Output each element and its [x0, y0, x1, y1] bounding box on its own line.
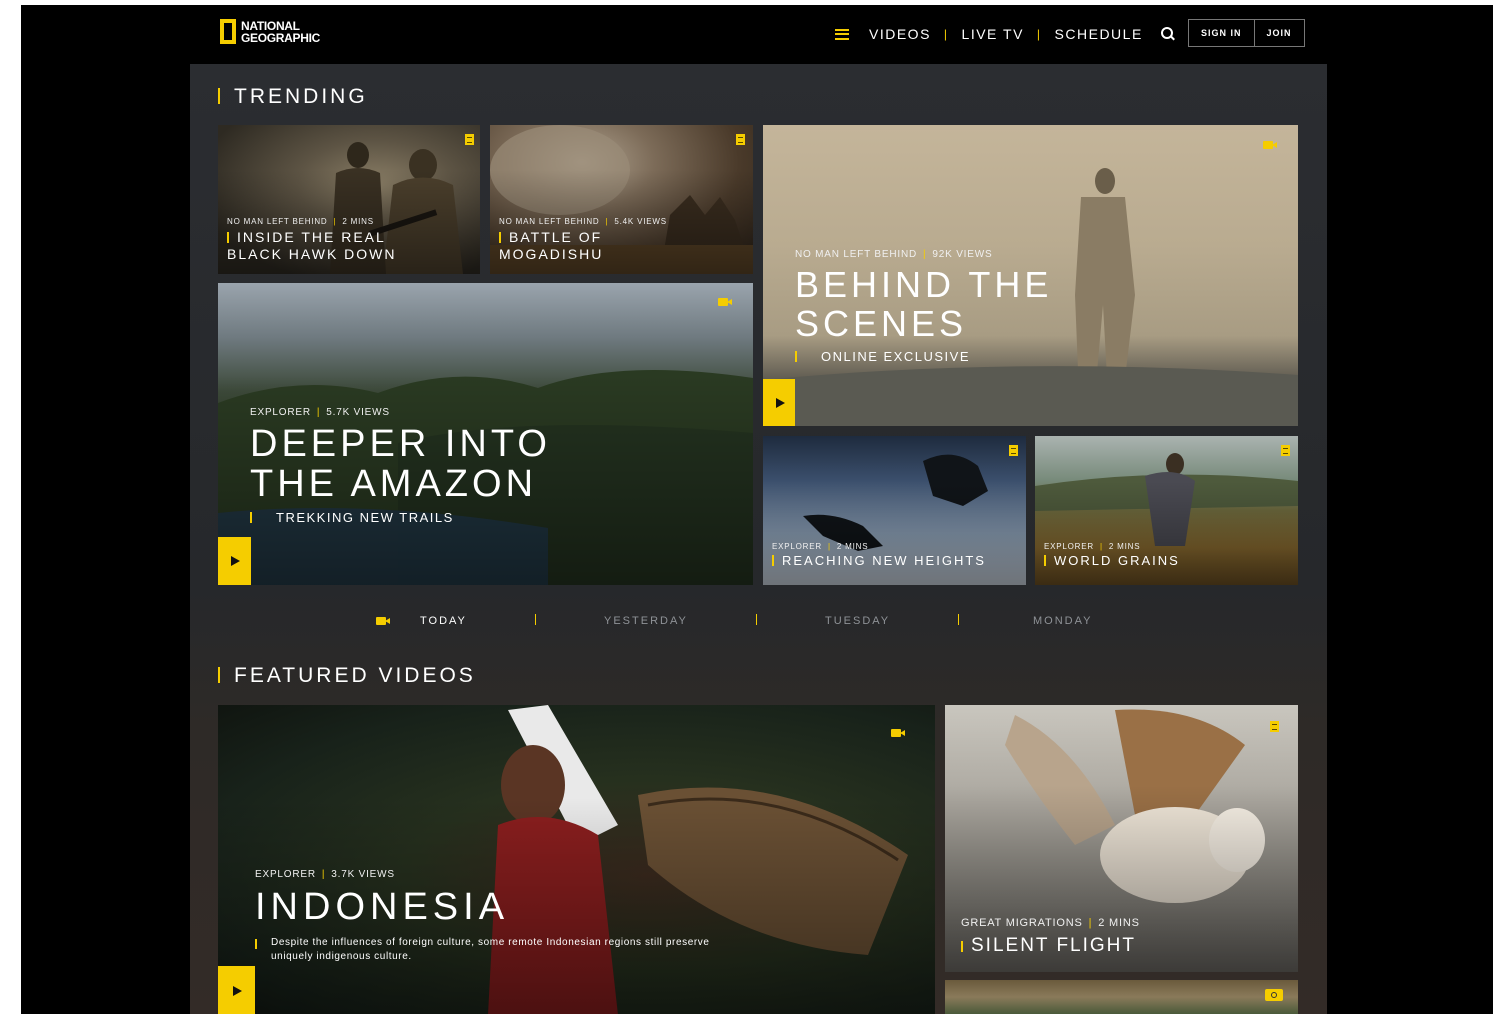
sign-in-button[interactable]: SIGN IN [1189, 20, 1254, 46]
tab-yesterday[interactable]: YESTERDAY [604, 615, 688, 627]
card-meta: EXPLORER | 5.7K VIEWS [250, 407, 390, 418]
trending-card[interactable]: EXPLORER | 2 MINS REACHING NEW HEIGHTS [763, 436, 1026, 585]
card-meta: EXPLORER | 3.7K VIEWS [255, 869, 395, 880]
card-meta: EXPLORER | 2 MINS [1044, 542, 1141, 551]
trending-card[interactable]: EXPLORER | 5.7K VIEWS DEEPER INTO THE AMAZ… [218, 283, 753, 585]
article-icon [465, 134, 474, 145]
nav-schedule[interactable]: SCHEDULE [1055, 26, 1143, 42]
featured-card[interactable]: GREAT MIGRATIONS | 2 MINS SILENT FLIGHT [945, 705, 1298, 972]
auth-buttons: SIGN IN JOIN [1188, 19, 1305, 47]
featured-card[interactable] [945, 980, 1298, 1014]
nav-videos[interactable]: VIDEOS [869, 26, 931, 42]
search-icon[interactable] [1160, 27, 1175, 41]
logo-line-1: NATIONAL [241, 18, 300, 33]
card-subtitle: TREKKING NEW TRAILS [250, 510, 551, 525]
card-meta: NO MAN LEFT BEHIND | 5.4K VIEWS [499, 217, 667, 226]
camera-icon [1265, 989, 1283, 1001]
card-meta: GREAT MIGRATIONS | 2 MINS [961, 917, 1140, 929]
trending-heading: TRENDING [218, 85, 368, 109]
day-tabs: TODAY YESTERDAY TUESDAY MONDAY [190, 608, 1327, 636]
article-icon [736, 134, 745, 145]
card-title: BEHIND THE SCENES [795, 264, 1053, 344]
tab-separator [535, 614, 536, 625]
tab-today[interactable]: TODAY [420, 615, 467, 627]
main-nav: VIDEOS | LIVE TV | SCHEDULE [835, 23, 1175, 45]
trending-card[interactable]: NO MAN LEFT BEHIND | 92K VIEWS BEHIND THE … [763, 125, 1298, 426]
featured-heading: FEATURED VIDEOS [218, 664, 476, 688]
content-panel: TRENDING NO MAN LEFT BEHIND | 2 MINS INSID… [190, 64, 1327, 1014]
logo-text: NATIONAL GEOGRAPHIC [241, 20, 320, 44]
tab-monday[interactable]: MONDAY [1033, 615, 1092, 627]
card-meta: NO MAN LEFT BEHIND | 2 MINS [227, 217, 374, 226]
trending-card[interactable]: NO MAN LEFT BEHIND | 2 MINS INSIDE THE REA… [218, 125, 480, 274]
card-description: Despite the influences of foreign cultur… [271, 937, 710, 962]
card-title: WORLD GRAINS [1044, 553, 1180, 568]
nav-separator: | [1036, 27, 1042, 41]
menu-icon[interactable] [835, 28, 849, 40]
page-frame: NATIONAL GEOGRAPHIC VIDEOS | LIVE TV | S… [21, 5, 1493, 1014]
tab-tuesday[interactable]: TUESDAY [825, 615, 890, 627]
card-title: DEEPER INTO THE AMAZON [250, 423, 551, 505]
card-title: SILENT FLIGHT [961, 935, 1140, 957]
nav-separator: | [943, 27, 949, 41]
article-icon [1009, 445, 1018, 456]
play-button[interactable] [763, 379, 795, 426]
nav-live-tv[interactable]: LIVE TV [962, 26, 1024, 42]
card-title: INSIDE THE REAL BLACK HAWK DOWN [227, 229, 397, 262]
featured-card[interactable]: EXPLORER | 3.7K VIEWS INDONESIA Despite th… [218, 705, 935, 1014]
logo-line-2: GEOGRAPHIC [241, 30, 321, 45]
card-title: INDONESIA [255, 886, 510, 928]
trending-card[interactable]: EXPLORER | 2 MINS WORLD GRAINS [1035, 436, 1298, 585]
join-button[interactable]: JOIN [1253, 20, 1304, 46]
natgeo-logo[interactable]: NATIONAL GEOGRAPHIC [220, 19, 320, 44]
card-meta: EXPLORER | 2 MINS [772, 542, 869, 551]
card-title: BATTLE OF MOGADISHU [499, 229, 667, 263]
video-icon [891, 728, 905, 738]
video-icon [1263, 140, 1277, 150]
logo-yellow-border-icon [220, 19, 236, 44]
trending-card[interactable]: NO MAN LEFT BEHIND | 5.4K VIEWS BATTLE OF … [490, 125, 753, 274]
article-icon [1281, 445, 1290, 456]
tab-separator [756, 614, 757, 625]
video-icon [718, 297, 732, 307]
card-subtitle: ONLINE EXCLUSIVE [795, 349, 1052, 364]
card-title: REACHING NEW HEIGHTS [772, 553, 986, 568]
video-icon [376, 616, 390, 626]
play-button[interactable] [218, 966, 255, 1014]
card-meta: NO MAN LEFT BEHIND | 92K VIEWS [795, 249, 993, 260]
play-button[interactable] [218, 537, 251, 585]
tab-separator [958, 614, 959, 625]
article-icon [1270, 721, 1279, 732]
